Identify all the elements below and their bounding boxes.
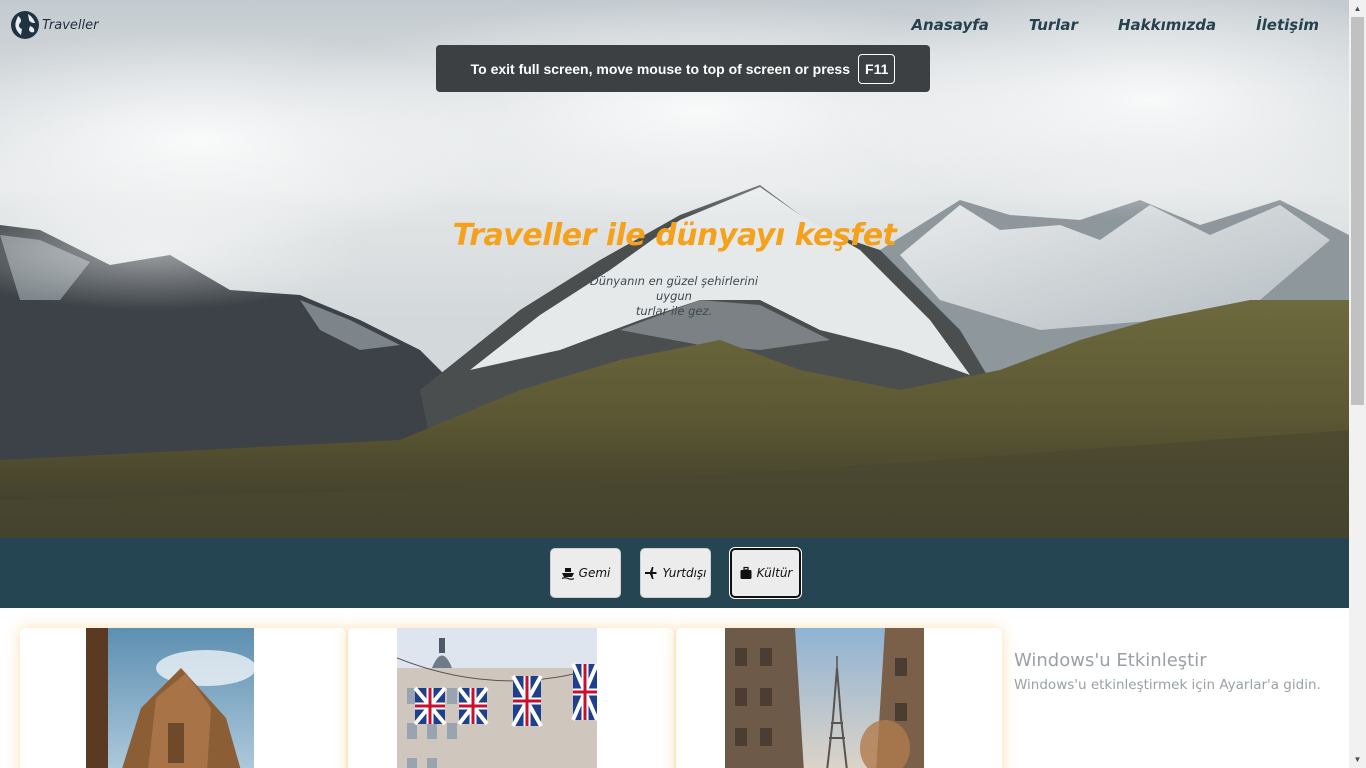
category-label: Gemi [578,566,611,580]
category-button-kultur[interactable]: Kültür [730,548,801,598]
tour-card[interactable] [676,628,1002,768]
suitcase-icon [740,566,752,579]
hero-title: Traveller ile dünyayı keşfet [452,218,897,253]
nav-item-turlar[interactable]: Turlar [1029,16,1078,34]
hero-subtitle-line2: turlar ile gez. [635,304,713,318]
fullscreen-exit-toast: To exit full screen, move mouse to top o… [436,45,930,92]
category-label: Kültür [756,566,793,580]
ship-icon [561,568,574,580]
nav-item-hakkimizda[interactable]: Hakkımızda [1118,16,1216,34]
category-label: Yurtdışı [662,566,707,580]
tour-card-image [397,628,597,768]
nav-item-anasayfa[interactable]: Anasayfa [911,16,988,34]
windows-activation-subtitle: Windows'u etkinleştirmek için Ayarlar'a … [1014,677,1321,693]
page-scrollbar[interactable]: ▲ ▼ [1349,0,1366,768]
nav-item-iletisim[interactable]: İletişim [1256,16,1319,34]
tour-card[interactable] [348,628,674,768]
category-button-yurtdisi[interactable]: Yurtdışı [640,548,711,598]
category-button-gemi[interactable]: Gemi [550,548,621,598]
category-bar: Gemi Yurtdışı Kültür [0,538,1349,608]
brand-name: Traveller [42,17,99,33]
scroll-up-arrow-icon[interactable]: ▲ [1349,0,1366,17]
main-nav: Anasayfa Turlar Hakkımızda İletişim [911,16,1319,34]
fullscreen-toast-message: To exit full screen, move mouse to top o… [470,60,851,77]
fullscreen-toast-key: F11 [858,53,896,84]
hero-subtitle-line1: Dünyanın en güzel şehirlerini uygun [589,274,759,303]
globe-icon [11,11,39,39]
scroll-down-arrow-icon[interactable]: ▼ [1349,751,1366,768]
tour-card-image [725,628,924,768]
plane-icon [645,567,658,579]
tour-card[interactable] [20,628,346,768]
tour-card-image [86,628,254,768]
scrollbar-thumb[interactable] [1351,17,1364,405]
windows-activation-title: Windows'u Etkinleştir [1014,650,1207,671]
hero-subtitle: Dünyanın en güzel şehirlerini uygun turl… [574,274,774,319]
brand-logo[interactable]: Traveller [10,10,99,40]
